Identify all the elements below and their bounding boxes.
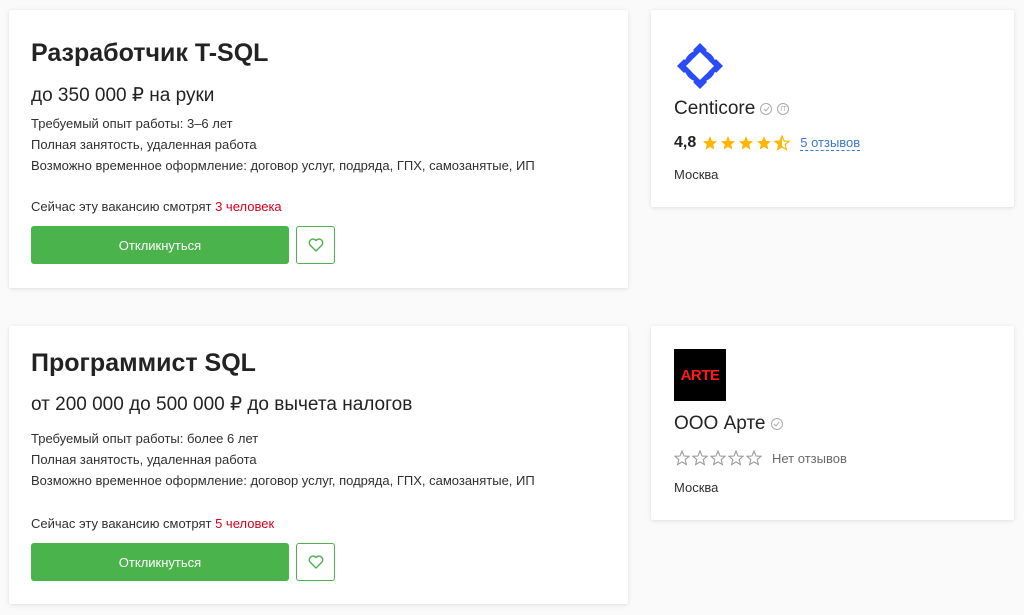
heart-icon: [308, 555, 323, 569]
company-city: Москва: [674, 167, 719, 182]
vacancy-views: Сейчас эту вакансию смотрят 5 человек: [31, 516, 274, 531]
vacancy-salary: от 200 000 до 500 000 ₽ до вычета налого…: [31, 394, 413, 415]
company-rating: Нет отзывов: [674, 450, 847, 466]
heart-icon: [308, 238, 323, 252]
star-empty-icon: [710, 450, 726, 466]
star-half-icon: [774, 135, 791, 151]
star-empty-icon: [728, 450, 744, 466]
company-name-text[interactable]: ООО Арте: [674, 413, 766, 435]
vacancy-title[interactable]: Программист SQL: [31, 349, 256, 378]
vacancy-salary: до 350 000 ₽ на руки: [31, 85, 215, 106]
company-name-text[interactable]: Centicore: [674, 98, 755, 120]
star-filled-icon: [739, 136, 754, 150]
vacancy-card: Разработчик T-SQL до 350 000 ₽ на руки Т…: [9, 10, 628, 288]
vacancy-contract: Возможно временное оформление: договор у…: [31, 158, 535, 173]
favorite-button[interactable]: [296, 543, 335, 581]
views-count: 5 человек: [215, 516, 275, 531]
star-filled-icon: [703, 136, 718, 150]
company-card: ARTE ООО Арте Нет отзывов Москва: [651, 326, 1014, 520]
vacancy-employment: Полная занятость, удаленная работа: [31, 452, 257, 467]
rating-stars: [702, 135, 791, 151]
company-name[interactable]: ООО Арте: [674, 413, 783, 435]
vacancy-views: Сейчас эту вакансию смотрят 3 человека: [31, 199, 282, 214]
verified-icon: [760, 103, 773, 115]
company-name[interactable]: Centicore IT: [674, 98, 790, 120]
favorite-button[interactable]: [296, 226, 335, 264]
reviews-link[interactable]: 5 отзывов: [800, 135, 861, 151]
star-empty-icon: [746, 450, 762, 466]
star-empty-icon: [674, 450, 690, 466]
star-empty-icon: [692, 450, 708, 466]
company-card: Centicore IT 4,8 5 отзывов Москва: [651, 10, 1014, 207]
no-reviews-label: Нет отзывов: [772, 450, 847, 466]
it-accreditation-icon: IT: [777, 103, 790, 115]
apply-button[interactable]: Откликнуться: [31, 226, 289, 264]
vacancy-card: Программист SQL от 200 000 до 500 000 ₽ …: [9, 326, 628, 604]
centicore-logo-icon[interactable]: [674, 40, 726, 92]
company-city: Москва: [674, 480, 719, 495]
verified-icon: [770, 418, 783, 430]
star-filled-icon: [757, 136, 772, 150]
rating-value: 4,8: [674, 134, 697, 151]
views-prefix: Сейчас эту вакансию смотрят: [31, 199, 216, 214]
views-count: 3 человека: [215, 199, 282, 214]
arte-logo-text: ARTE: [680, 366, 720, 384]
vacancy-contract: Возможно временное оформление: договор у…: [31, 473, 535, 488]
arte-logo-icon[interactable]: ARTE: [674, 349, 726, 401]
star-filled-icon: [721, 136, 736, 150]
rating-stars: [674, 450, 762, 466]
vacancy-employment: Полная занятость, удаленная работа: [31, 137, 257, 152]
company-rating: 4,8 5 отзывов: [674, 134, 861, 152]
apply-button[interactable]: Откликнуться: [31, 543, 289, 581]
vacancy-experience: Требуемый опыт работы: 3–6 лет: [31, 116, 233, 131]
vacancy-title[interactable]: Разработчик T-SQL: [31, 39, 268, 68]
vacancy-experience: Требуемый опыт работы: более 6 лет: [31, 431, 259, 446]
views-prefix: Сейчас эту вакансию смотрят: [31, 516, 216, 531]
